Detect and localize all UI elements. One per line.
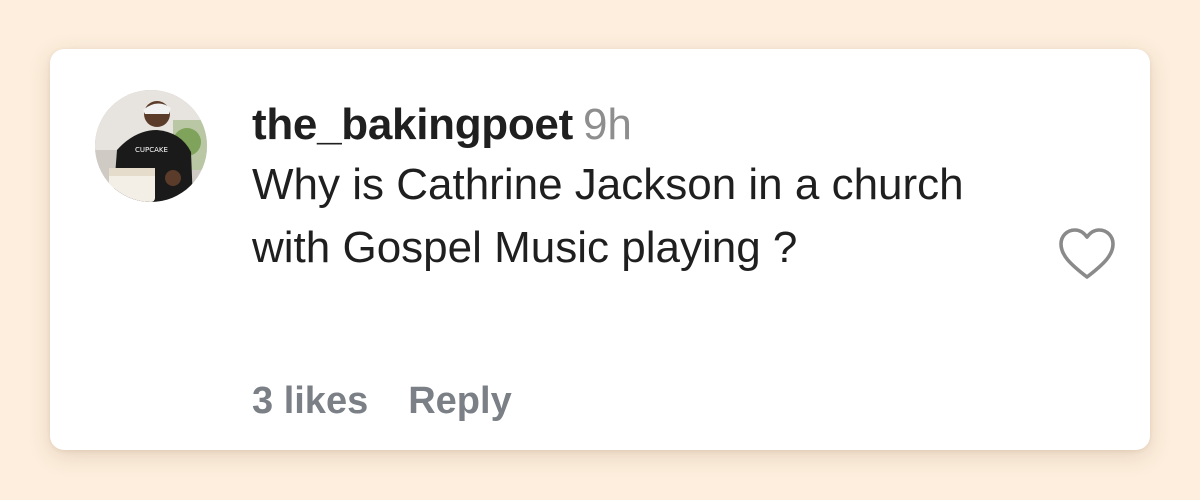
comment-footer: 3 likes Reply	[252, 377, 512, 425]
svg-text:CUPCAKE: CUPCAKE	[135, 146, 168, 154]
comment-header: the_bakingpoet 9h	[252, 97, 1052, 153]
comment-card: CUPCAKE the_bakingpoet 9h Why is Cathrine…	[50, 49, 1150, 450]
timestamp: 9h	[582, 100, 632, 149]
comment-body: the_bakingpoet 9h Why is Cathrine Jackson…	[252, 97, 1052, 279]
avatar-photo: CUPCAKE	[95, 90, 207, 202]
avatar[interactable]: CUPCAKE	[95, 90, 207, 202]
heart-outline-icon[interactable]	[1058, 227, 1116, 281]
reply-button[interactable]: Reply	[408, 380, 511, 422]
comment-text: Why is Cathrine Jackson in a church with…	[252, 160, 964, 272]
username-link[interactable]: the_bakingpoet	[252, 100, 573, 149]
likes-count-button[interactable]: 3 likes	[252, 380, 368, 422]
